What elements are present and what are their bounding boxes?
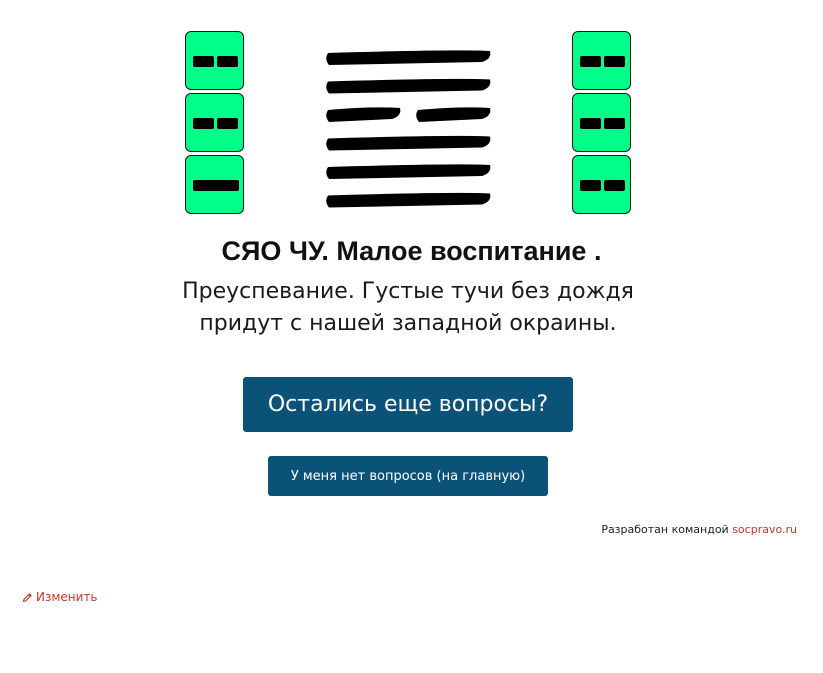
- hexagram-lines: [326, 50, 491, 208]
- trigram-tile-6: [572, 155, 631, 214]
- broken-line-mark: [604, 118, 625, 129]
- hexagram-figure: [322, 46, 494, 214]
- description-line-1: Преуспевание. Густые тучи без дождя: [182, 279, 634, 304]
- description-line-2: придут с нашей западной окраины.: [199, 311, 617, 336]
- trigram-tile-5: [572, 93, 631, 152]
- hexagram-solid-line: [326, 78, 491, 94]
- trigram-tile-3: [185, 155, 244, 214]
- lower-trigram-tiles: [185, 31, 244, 217]
- broken-line-mark: [580, 56, 601, 67]
- edit-link[interactable]: Изменить: [22, 590, 98, 604]
- no-questions-home-button[interactable]: У меня нет вопросов (на главную): [268, 456, 548, 496]
- trigram-tile-4: [572, 31, 631, 90]
- upper-trigram-tiles: [572, 31, 631, 217]
- trigram-tile-2: [185, 93, 244, 152]
- broken-line-mark: [217, 118, 238, 129]
- hexagram-title: СЯО ЧУ. Малое воспитание .: [221, 236, 602, 266]
- hexagram-solid-line: [326, 192, 491, 208]
- pencil-icon: [22, 592, 33, 603]
- hexagram-broken-line: [326, 107, 491, 122]
- developer-credit: Разработан командой socpravo.ru: [601, 523, 797, 536]
- hexagram-solid-line: [326, 50, 491, 65]
- trigram-tile-1: [185, 31, 244, 90]
- broken-line-mark: [604, 180, 625, 191]
- broken-line-mark: [580, 118, 601, 129]
- more-questions-button[interactable]: Остались еще вопросы?: [243, 377, 573, 432]
- broken-line-mark: [604, 56, 625, 67]
- hexagram-solid-line: [326, 135, 491, 151]
- broken-line-mark: [217, 56, 238, 67]
- hexagram-solid-line: [326, 164, 491, 179]
- socpravo-link[interactable]: socpravo.ru: [732, 523, 797, 536]
- edit-label: Изменить: [36, 590, 98, 604]
- broken-line-mark: [193, 56, 214, 67]
- broken-line-mark: [580, 180, 601, 191]
- broken-line-mark: [193, 118, 214, 129]
- credit-text: Разработан командой: [601, 523, 729, 536]
- hexagram-description: Преуспевание. Густые тучи без дождя прид…: [171, 276, 645, 340]
- page: СЯО ЧУ. Малое воспитание . Преуспевание.…: [0, 0, 823, 673]
- solid-line-mark: [193, 180, 239, 191]
